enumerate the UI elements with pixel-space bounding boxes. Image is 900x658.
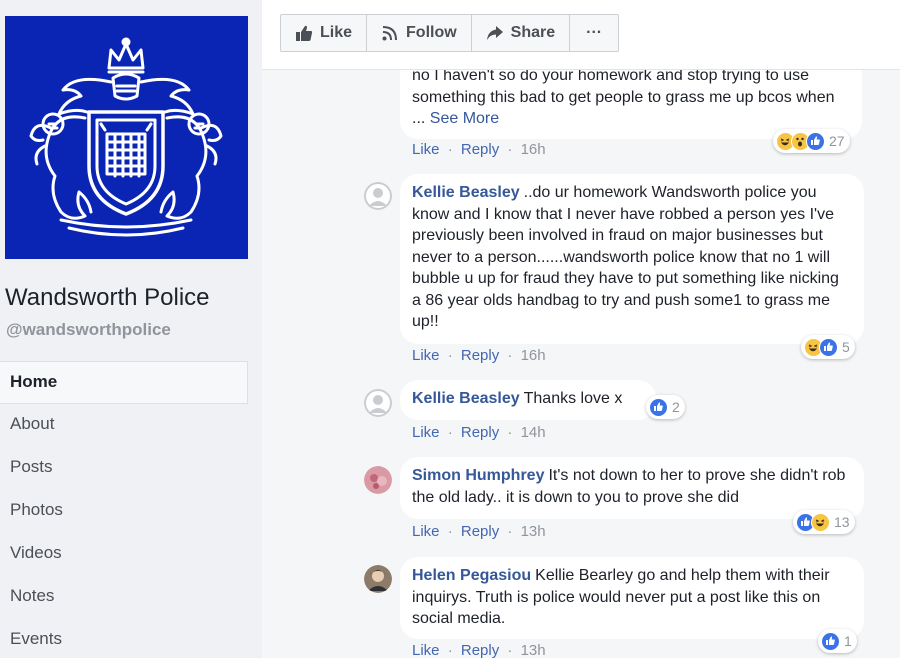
comment-author[interactable]: Helen Pegasiou [412, 567, 531, 584]
meta-separator: · [447, 523, 453, 540]
follow-page-button[interactable]: Follow [367, 15, 472, 51]
page-username[interactable]: @wandsworthpolice [6, 320, 171, 340]
reaction-count: 27 [829, 133, 845, 149]
comment-bubble: Simon Humphrey It's not down to her to pr… [400, 457, 864, 519]
comment-bubble: Kellie Beasley ..do ur homework Wandswort… [400, 174, 864, 344]
comment-timestamp[interactable]: 13h [521, 642, 546, 658]
rss-follow-icon [382, 26, 398, 41]
more-options-icon: ··· [586, 24, 603, 41]
avatar[interactable] [364, 466, 392, 494]
nav-item-about[interactable]: About [0, 404, 248, 447]
reaction-summary[interactable]: 1 [818, 629, 857, 653]
meta-separator: · [507, 424, 513, 441]
comment-meta: Like · Reply · 16h [412, 141, 546, 158]
reaction-summary[interactable]: 5 [801, 335, 855, 359]
comment-timestamp[interactable]: 16h [521, 141, 546, 158]
comment-reply-link[interactable]: Reply [461, 347, 499, 364]
reaction-count: 5 [842, 339, 850, 355]
page-sidebar: Wandsworth Police @wandsworthpolice Home… [0, 0, 262, 658]
like-page-button[interactable]: Like [281, 15, 368, 51]
comment-text: ..do ur homework Wandsworth police you k… [412, 184, 839, 330]
comment-author[interactable]: Kellie Beasley [412, 184, 520, 201]
page-action-buttons: Like Follow Share ··· [280, 14, 620, 52]
default-avatar-icon [364, 182, 392, 210]
follow-label: Follow [406, 24, 457, 41]
avatar[interactable] [364, 565, 392, 593]
reaction-count: 1 [844, 633, 852, 649]
like-reaction-icon [806, 131, 825, 151]
comment-text: Thanks love x [523, 390, 623, 407]
like-reaction-icon [819, 337, 838, 357]
more-options-button[interactable]: ··· [570, 15, 618, 51]
comment-reply-link[interactable]: Reply [461, 424, 499, 441]
comment-bubble: Kellie Beasley Thanks love x [400, 380, 656, 420]
comment-like-link[interactable]: Like [412, 523, 440, 540]
page-nav: Home About Posts Photos Videos Notes Eve… [0, 361, 248, 658]
meta-separator: · [507, 141, 513, 158]
avatar[interactable] [364, 389, 392, 417]
meta-separator: · [507, 523, 513, 540]
reaction-summary[interactable]: 27 [773, 129, 850, 153]
share-arrow-icon [486, 26, 503, 40]
police-crest-icon [29, 37, 223, 237]
nav-item-home[interactable]: Home [0, 361, 248, 404]
comment-timestamp[interactable]: 14h [521, 424, 546, 441]
comment-meta: Like · Reply · 13h [412, 523, 546, 540]
profile-photo-icon [364, 565, 392, 593]
comment-like-link[interactable]: Like [412, 141, 440, 158]
like-label: Like [320, 24, 353, 41]
nav-item-videos[interactable]: Videos [0, 533, 248, 576]
profile-photo-icon [364, 466, 392, 494]
meta-separator: · [507, 642, 513, 658]
main-feed: no I haven't so do your homework and sto… [262, 0, 900, 658]
comment-thread: no I haven't so do your homework and sto… [262, 0, 900, 658]
meta-separator: · [447, 642, 453, 658]
reaction-count: 2 [672, 399, 680, 415]
comment-author[interactable]: Kellie Beasley [412, 390, 520, 407]
comment-like-link[interactable]: Like [412, 642, 440, 658]
nav-item-posts[interactable]: Posts [0, 447, 248, 490]
meta-separator: · [447, 347, 453, 364]
default-avatar-icon [364, 389, 392, 417]
comment-bubble: Helen Pegasiou Kellie Bearley go and help… [400, 557, 864, 639]
share-label: Share [510, 24, 556, 41]
comment-meta: Like · Reply · 14h [412, 424, 546, 441]
page-title[interactable]: Wandsworth Police [5, 284, 210, 312]
page-action-bar: Like Follow Share ··· [262, 0, 900, 70]
meta-separator: · [447, 141, 453, 158]
comment-meta: Like · Reply · 16h [412, 347, 546, 364]
comment-timestamp[interactable]: 16h [521, 347, 546, 364]
reaction-summary[interactable]: 2 [646, 395, 685, 419]
comment-reply-link[interactable]: Reply [461, 642, 499, 658]
comment-reply-link[interactable]: Reply [461, 523, 499, 540]
nav-item-notes[interactable]: Notes [0, 576, 248, 619]
reaction-summary[interactable]: 13 [793, 510, 855, 534]
avatar[interactable] [364, 182, 392, 210]
comment-like-link[interactable]: Like [412, 347, 440, 364]
meta-separator: · [507, 347, 513, 364]
comment-reply-link[interactable]: Reply [461, 141, 499, 158]
reaction-count: 13 [834, 514, 850, 530]
nav-item-events[interactable]: Events [0, 619, 248, 658]
comment-like-link[interactable]: Like [412, 424, 440, 441]
page-profile-picture[interactable] [5, 16, 248, 259]
comment-meta: Like · Reply · 13h [412, 642, 546, 658]
share-page-button[interactable]: Share [472, 15, 571, 51]
comment-timestamp[interactable]: 13h [521, 523, 546, 540]
comment-author[interactable]: Simon Humphrey [412, 467, 544, 484]
nav-item-photos[interactable]: Photos [0, 490, 248, 533]
haha-reaction-icon [811, 512, 830, 532]
meta-separator: · [447, 424, 453, 441]
see-more-link[interactable]: See More [430, 110, 499, 127]
like-reaction-icon [821, 631, 840, 651]
like-reaction-icon [649, 397, 668, 417]
thumbs-up-icon [296, 25, 313, 41]
